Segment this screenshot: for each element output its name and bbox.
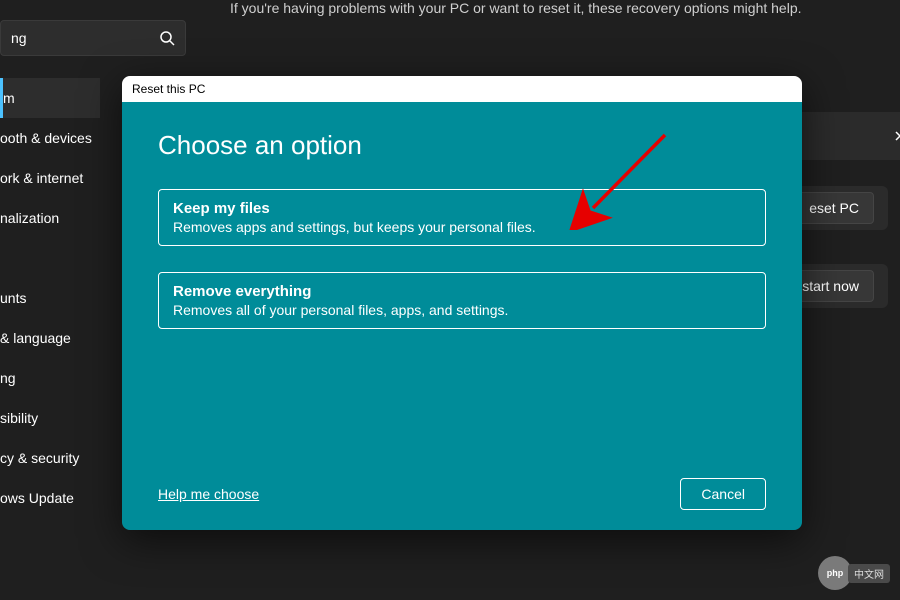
dialog-title: Reset this PC <box>132 82 205 96</box>
dialog-footer: Help me choose Cancel <box>158 478 766 510</box>
sidebar-item-label: sibility <box>0 410 38 426</box>
dialog-body: Choose an option Keep my files Removes a… <box>122 102 802 530</box>
sidebar-item-label: ork & internet <box>0 170 83 186</box>
cancel-button-label: Cancel <box>701 486 745 502</box>
search-value: ng <box>11 30 159 46</box>
main-content: If you're having problems with your PC o… <box>200 0 900 36</box>
sidebar-item-time-language[interactable]: & language <box>0 318 100 358</box>
sidebar-item-label: cy & security <box>0 450 79 466</box>
restart-now-button-label: start now <box>802 278 859 294</box>
sidebar-item-accessibility[interactable]: sibility <box>0 398 100 438</box>
option-keep-files[interactable]: Keep my files Removes apps and settings,… <box>158 189 766 246</box>
reset-pc-button[interactable]: eset PC <box>794 192 874 224</box>
reset-pc-button-label: eset PC <box>809 200 859 216</box>
option-remove-everything[interactable]: Remove everything Removes all of your pe… <box>158 272 766 329</box>
watermark-label: 中文网 <box>848 564 890 583</box>
option-keep-files-desc: Removes apps and settings, but keeps you… <box>173 219 751 235</box>
sidebar-item-windows-update[interactable]: ows Update <box>0 478 100 518</box>
search-input[interactable]: ng <box>0 20 186 56</box>
watermark-logo: php 中文网 <box>818 556 890 590</box>
option-remove-everything-desc: Removes all of your personal files, apps… <box>173 302 751 318</box>
search-icon <box>159 30 175 46</box>
sidebar-nav: m ooth & devices ork & internet nalizati… <box>0 78 100 518</box>
sidebar-item-gaming[interactable]: ng <box>0 358 100 398</box>
help-me-choose-link[interactable]: Help me choose <box>158 486 259 502</box>
chevron-right-icon <box>892 130 900 142</box>
sidebar-item-system[interactable]: m <box>0 78 100 118</box>
sidebar-item-label: ooth & devices <box>0 130 92 146</box>
sidebar-item-network[interactable]: ork & internet <box>0 158 100 198</box>
sidebar-item-label: ng <box>0 370 16 386</box>
cancel-button[interactable]: Cancel <box>680 478 766 510</box>
sidebar-item-label: & language <box>0 330 71 346</box>
reset-pc-dialog: Reset this PC Choose an option Keep my f… <box>122 76 802 530</box>
option-remove-everything-title: Remove everything <box>173 283 751 300</box>
sidebar-item-bluetooth[interactable]: ooth & devices <box>0 118 100 158</box>
sidebar-item-apps[interactable] <box>0 238 100 278</box>
sidebar-item-accounts[interactable]: unts <box>0 278 100 318</box>
dialog-heading: Choose an option <box>158 130 766 161</box>
sidebar-item-label: unts <box>0 290 26 306</box>
option-keep-files-title: Keep my files <box>173 200 751 217</box>
sidebar-item-label: m <box>3 90 15 106</box>
sidebar-item-label: ows Update <box>0 490 74 506</box>
sidebar-item-personalization[interactable]: nalization <box>0 198 100 238</box>
watermark-badge: php <box>818 556 852 590</box>
recovery-intro: If you're having problems with your PC o… <box>230 0 900 16</box>
sidebar-item-label: nalization <box>0 210 59 226</box>
dialog-titlebar: Reset this PC <box>122 76 802 102</box>
sidebar-item-privacy[interactable]: cy & security <box>0 438 100 478</box>
